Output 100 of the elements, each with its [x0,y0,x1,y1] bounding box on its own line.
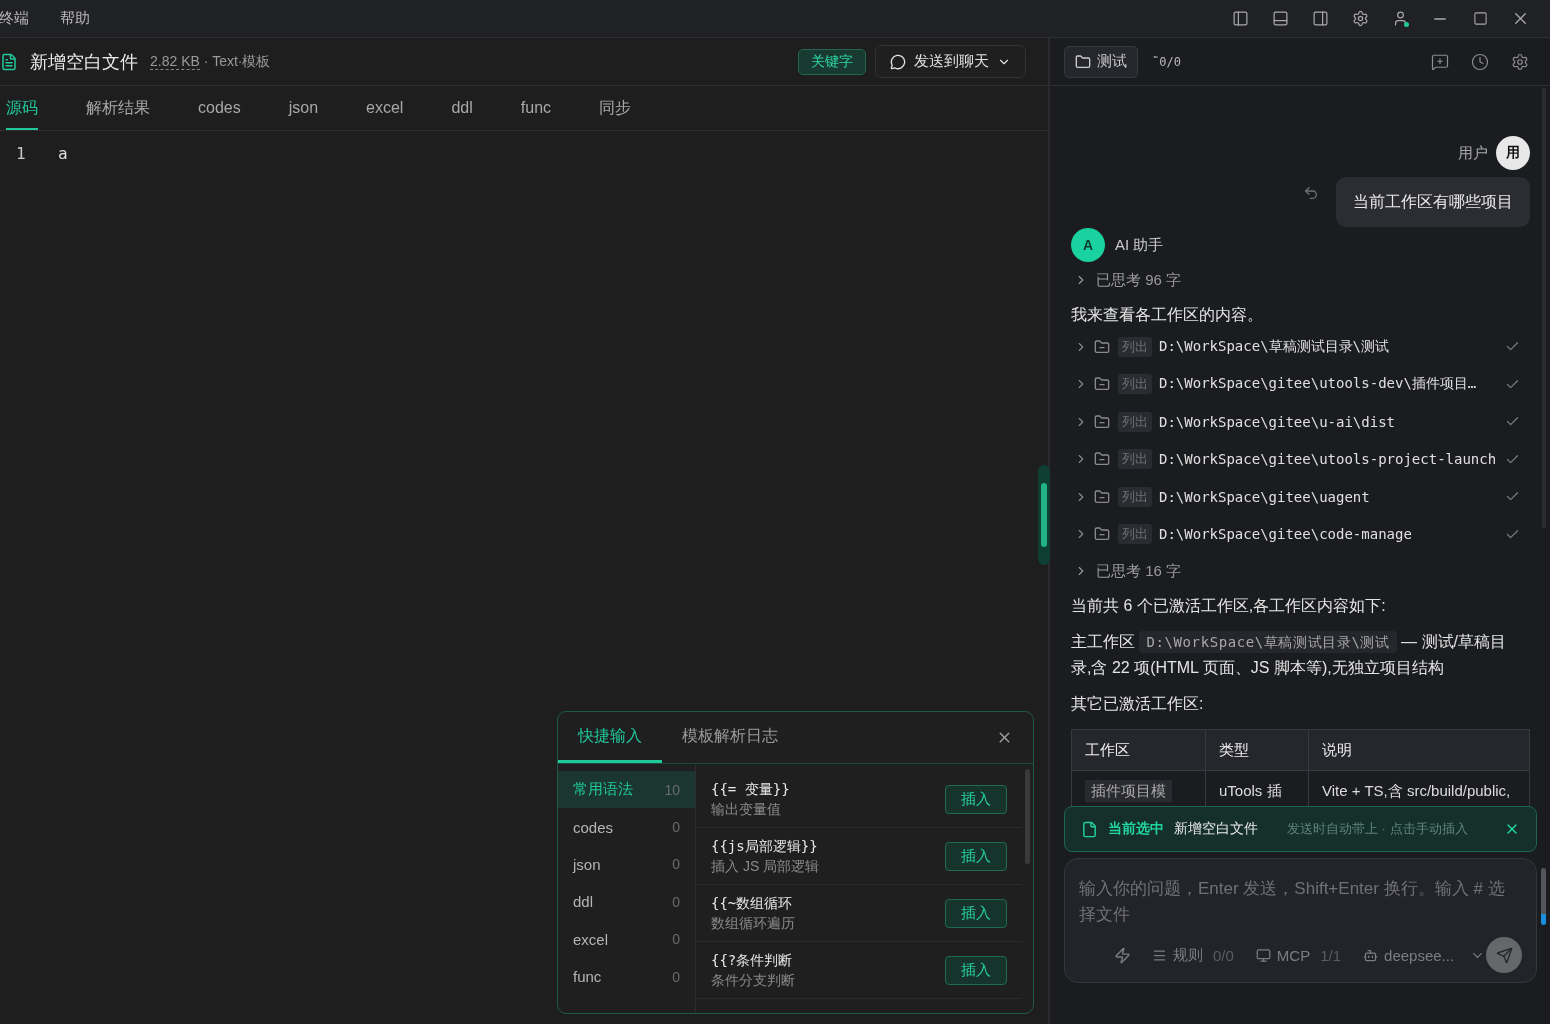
new-chat-icon[interactable] [1431,52,1449,71]
table-header-cell: 工作区 [1071,729,1206,771]
sender-name: 用户 [1458,143,1488,163]
panel-bottom-icon[interactable] [1271,10,1289,27]
editor-tab[interactable]: 同步 [599,86,632,130]
snippet-syntax: {{= 变量}} [711,779,790,799]
path-text: D:\WorkSpace\gitee\uagent [1159,488,1370,505]
snippet-syntax: {{js局部逻辑}} [711,836,819,856]
keyword-button[interactable]: 关键字 [798,48,866,75]
message-text: 我来查看各工作区的内容。 [1071,305,1264,325]
file-icon [0,52,18,71]
send-button[interactable] [1486,937,1522,973]
action-tag: 列出 [1118,449,1152,470]
insert-button[interactable]: 插入 [945,784,1007,814]
editor-tab[interactable]: func [520,86,552,130]
category-item[interactable]: json 0 [558,845,695,884]
folder-icon [1094,413,1110,430]
folder-icon [1094,451,1110,468]
thinking-toggle[interactable]: 已思考 96 字 [1071,268,1182,292]
menu-item[interactable]: 终端 [0,9,29,28]
snippet-description: 数组循环遍历 [711,913,795,933]
send-to-chat-button[interactable]: 发送到聊天 [875,45,1026,78]
thinking-toggle[interactable]: 已思考 16 字 [1071,559,1182,583]
close-icon[interactable] [1504,821,1520,837]
panel-tab[interactable]: 快捷输入 [558,712,662,763]
category-item[interactable]: ddl 0 [558,883,695,921]
insert-button[interactable]: 插入 [945,841,1007,871]
action-tag: 列出 [1118,411,1152,432]
action-tag: 列出 [1118,486,1152,507]
assistant-avatar: A [1071,228,1105,262]
mcp-button[interactable]: MCP 1/1 [1255,946,1342,964]
list-icon [1152,947,1167,963]
resize-handle[interactable] [1038,465,1050,565]
workspace-button[interactable]: 测试 [1064,45,1138,78]
folder-icon [1094,526,1110,543]
path-text: D:\WorkSpace\gitee\u-ai\dist [1159,413,1395,430]
panel-tab[interactable]: 模板解析日志 [662,712,798,763]
clock-icon[interactable] [1471,52,1489,71]
insert-button[interactable]: 插入 [945,955,1007,985]
table-header-cell: 类型 [1205,729,1309,771]
category-item[interactable]: 常用语法 10 [558,771,695,809]
panel-right-icon[interactable] [1311,10,1329,27]
snippet-syntax: {{?条件判断 [711,950,794,970]
undo-icon[interactable] [1303,185,1319,201]
settings-icon[interactable] [1351,10,1369,27]
message-text: 其它已激活工作区: [1071,694,1205,714]
snippet-syntax: {{~数组循环 [711,893,794,913]
category-item[interactable]: func 0 [558,957,695,996]
action-tag: 列出 [1118,336,1152,357]
folder-icon [1094,376,1110,393]
rules-button[interactable]: 规则 0/0 [1152,945,1234,965]
selected-file-name: 新增空白文件 [1174,820,1258,838]
path-text: D:\WorkSpace\草稿测试目录\测试 [1159,337,1389,356]
action-tag: 列出 [1118,524,1152,545]
selection-hint: 发送时自动带上 · 点击手动插入 [1287,820,1468,838]
editor-tab[interactable]: excel [366,86,404,130]
message-text: 主工作区 D:\WorkSpace\草稿测试目录\测试 — 测试/草稿目录,含 22 项(HTML 页面、JS 脚本等),无独立项目结构 [1071,630,1507,678]
folder-icon [1075,53,1091,70]
inline-code: 插件项目模 [1085,779,1172,802]
lightning-icon[interactable] [1114,946,1131,964]
category-item[interactable]: excel 0 [558,920,695,958]
user-avatar: 用 [1496,136,1530,170]
send-icon [1495,946,1513,964]
file-meta: · Text·模板 [203,52,271,71]
folder-icon [1094,338,1110,355]
snippet-description: 条件分支判断 [711,970,795,990]
model-select[interactable]: deepsee... [1363,946,1486,964]
snippet-description: 输出变量值 [711,799,782,819]
line-number: 1 [16,144,26,163]
settings-icon[interactable] [1511,52,1529,71]
scrollbar-thumb[interactable] [1025,769,1030,864]
editor-tab[interactable]: 解析结果 [86,86,150,130]
table-header-cell: 说明 [1308,729,1530,771]
path-text: D:\WorkSpace\gitee\utools-project-launch [1159,451,1497,468]
path-text: D:\WorkSpace\gitee\code-manage [1159,526,1412,543]
insert-button[interactable]: 插入 [945,898,1007,928]
sender-name: AI 助手 [1115,235,1164,255]
file-icon [1081,820,1098,838]
scrollbar-thumb[interactable] [1541,868,1546,925]
editor-tab[interactable]: codes [198,86,241,130]
maximize-icon[interactable] [1472,11,1488,26]
action-tag: 列出 [1118,374,1152,395]
panel-left-icon[interactable] [1231,10,1249,27]
message-text: 当前共 6 个已激活工作区,各工作区内容如下: [1071,596,1387,616]
path-text: D:\WorkSpace\gitee\utools-dev\插件项目… [1159,375,1477,394]
sync-status: ˜0/0 [1152,54,1181,69]
snippet-description: 插入 JS 局部逻辑 [711,856,820,876]
user-message-bubble: 当前工作区有哪些项目 [1336,177,1530,227]
code-line: a [58,143,68,165]
category-item[interactable]: codes 0 [558,808,695,846]
menu-item[interactable]: 帮助 [60,9,90,28]
chat-input[interactable]: 输入你的问题，Enter 发送，Shift+Enter 换行。输入 # 选择文件 [1079,876,1522,936]
message-icon [890,53,906,70]
editor-tab[interactable]: json [288,86,319,130]
editor-tab[interactable]: 源码 [6,86,38,130]
chat-input-box[interactable]: 输入你的问题，Enter 发送，Shift+Enter 换行。输入 # 选择文件 规则 0/0 MCP 1/1 deepsee... [1064,858,1537,983]
editor-tab[interactable]: ddl [451,86,473,130]
monitor-icon [1255,947,1271,963]
folder-icon [1094,488,1110,505]
selection-label: 当前选中 [1108,820,1164,838]
